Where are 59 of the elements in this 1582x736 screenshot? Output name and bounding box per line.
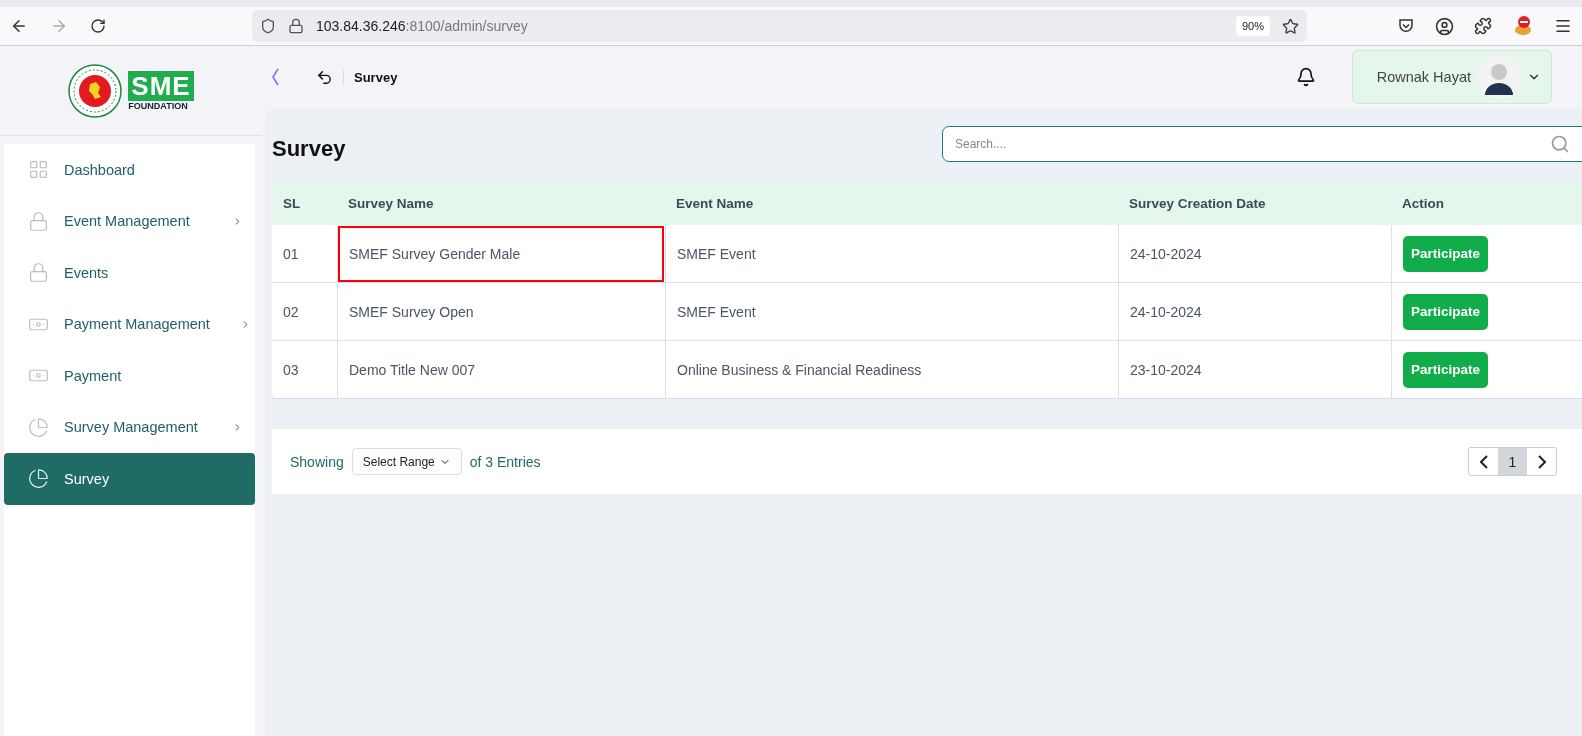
extension-icon[interactable] — [1512, 15, 1534, 37]
account-icon[interactable] — [1435, 16, 1454, 36]
entries-label: of 3 Entries — [469, 453, 541, 470]
showing-label: Showing — [290, 453, 344, 470]
table-cell: SMEF Event — [665, 283, 1118, 341]
column-header: Survey Creation Date — [1118, 182, 1391, 225]
nav-icon — [28, 159, 49, 181]
nav-icon — [28, 468, 49, 490]
table-cell: 24-10-2024 — [1118, 283, 1391, 341]
avatar-icon — [1477, 55, 1521, 99]
table-cell: SMEF Survey Open — [337, 283, 665, 341]
user-menu[interactable]: Rownak Hayat — [1352, 50, 1552, 104]
breadcrumb: Survey — [343, 69, 398, 85]
column-header: Action — [1391, 182, 1582, 225]
pocket-icon[interactable] — [1397, 17, 1415, 35]
puzzle-icon[interactable] — [1474, 17, 1492, 35]
table-cell: 01 — [272, 225, 337, 283]
emblem-icon — [68, 63, 123, 118]
address-bar[interactable]: 103.84.36.246:8100/admin/survey 90% — [252, 10, 1307, 42]
lock-icon — [288, 18, 304, 34]
sidebar-item[interactable]: Payment Management — [4, 298, 255, 350]
menu-icon[interactable] — [1554, 17, 1572, 35]
table-cell: 02 — [272, 283, 337, 341]
table-cell: 23-10-2024 — [1118, 341, 1391, 399]
sidebar-item[interactable]: Survey — [4, 453, 255, 505]
logo-mark: SME — [128, 70, 194, 101]
chevron-left-icon — [1479, 454, 1488, 469]
column-header: Survey Name — [337, 182, 665, 225]
table-cell: 03 — [272, 341, 337, 399]
table-cell: SMEF Survey Gender Male — [337, 225, 665, 283]
back-icon[interactable] — [10, 17, 28, 35]
table-cell: 24-10-2024 — [1118, 225, 1391, 283]
nav-icon — [28, 416, 49, 438]
star-icon[interactable] — [1282, 17, 1299, 35]
chevron-right-icon — [1537, 454, 1546, 469]
shield-icon — [260, 18, 276, 34]
bell-icon[interactable] — [1296, 67, 1316, 87]
logo-caption: FOUNDATION — [128, 100, 188, 111]
page-title: Survey — [272, 136, 346, 162]
column-header: SL — [272, 182, 337, 225]
sidebar-item[interactable]: Dashboard — [4, 144, 255, 196]
zoom-badge[interactable]: 90% — [1235, 16, 1270, 36]
column-header: Event Name — [665, 182, 1118, 225]
sidebar-item[interactable]: Payment — [4, 350, 255, 402]
range-select[interactable]: Select Range — [351, 448, 462, 475]
undo-icon[interactable] — [316, 68, 333, 86]
reload-icon[interactable] — [90, 18, 106, 34]
table-cell: Demo Title New 007 — [337, 341, 665, 399]
nav-icon — [28, 262, 49, 284]
sidebar-item[interactable]: Event Management — [4, 195, 255, 247]
sidebar-item[interactable]: Events — [4, 247, 255, 299]
nav-icon — [28, 210, 49, 232]
page-button[interactable]: 1 — [1498, 448, 1527, 475]
search-icon[interactable] — [1550, 134, 1570, 154]
search-field[interactable]: Search.... — [942, 126, 1582, 162]
table-cell: Online Business & Financial Readiness — [665, 341, 1118, 399]
sidebar-item[interactable]: Survey Management — [4, 401, 255, 453]
collapse-icon[interactable] — [270, 68, 280, 86]
table-cell: SMEF Event — [665, 225, 1118, 283]
